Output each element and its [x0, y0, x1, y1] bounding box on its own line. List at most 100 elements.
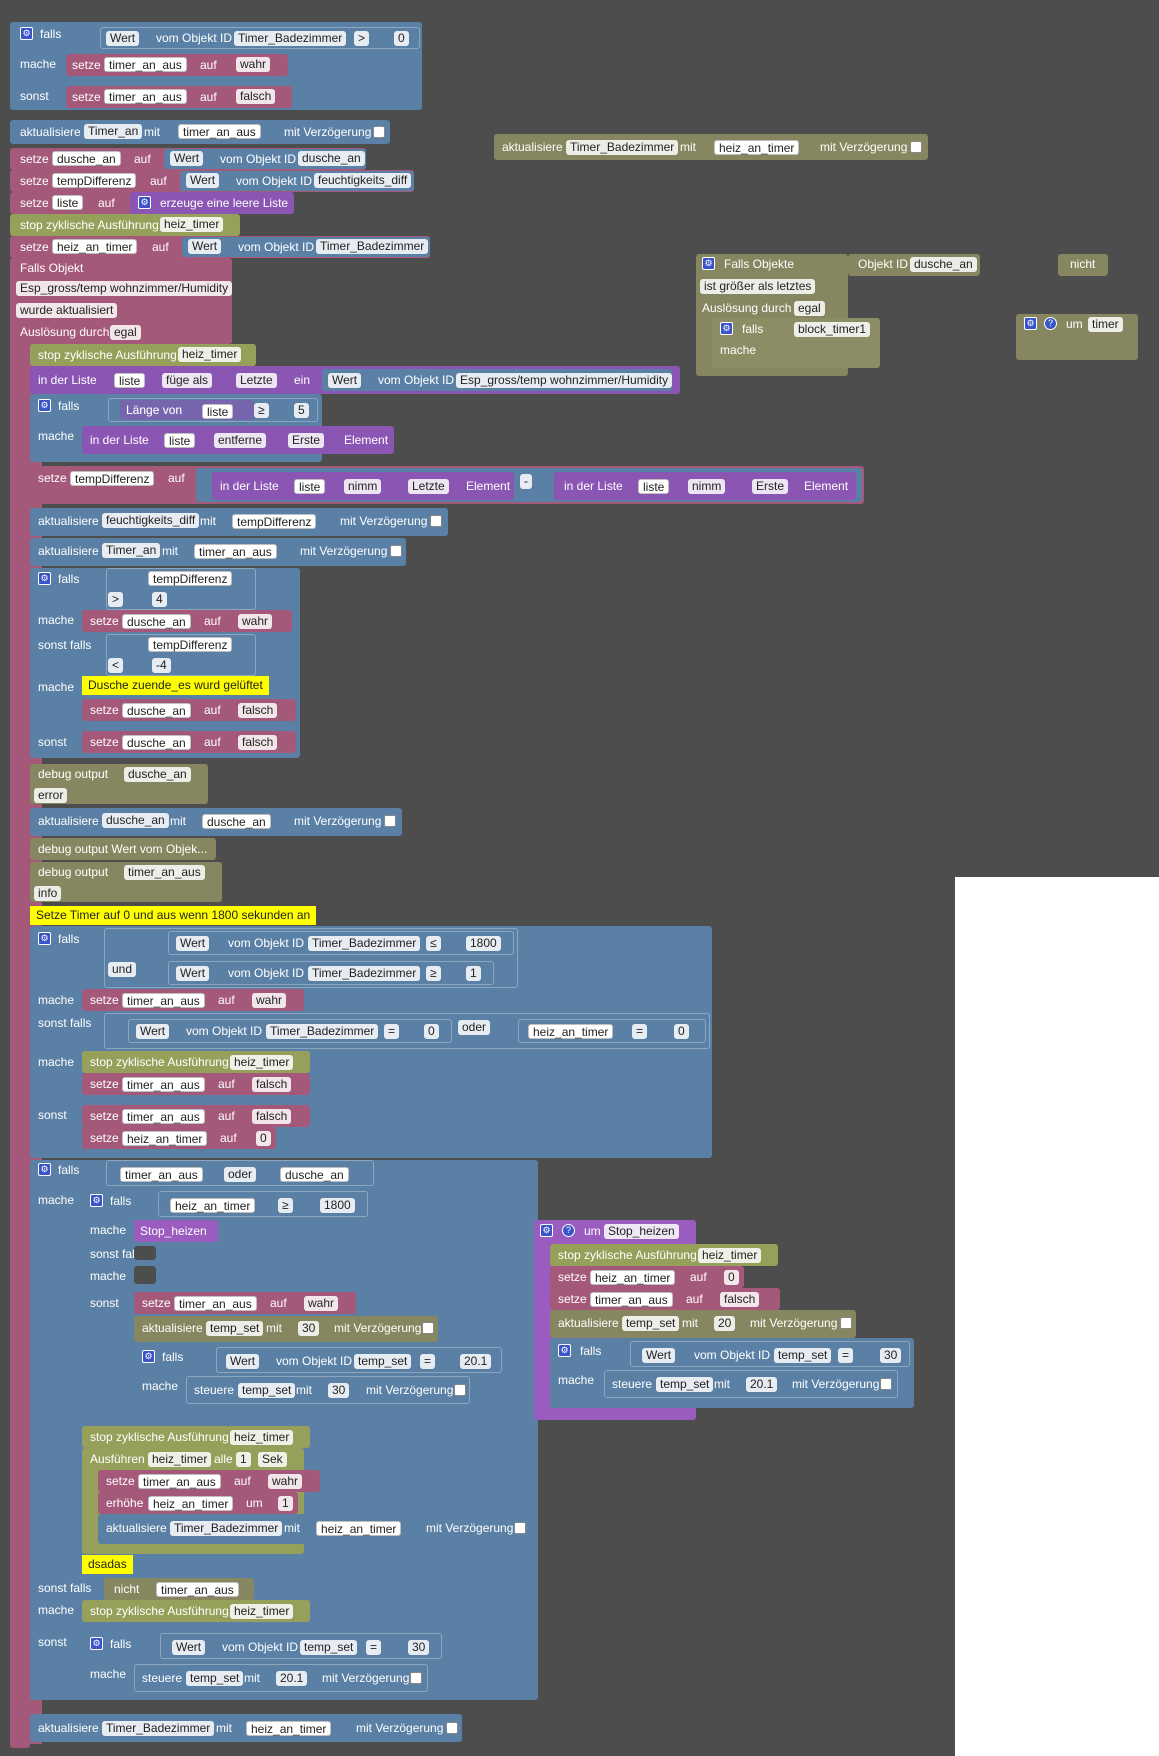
- gear-icon[interactable]: ⚙: [1024, 317, 1037, 330]
- boolean-dropdown[interactable]: falsch: [252, 1077, 292, 1092]
- variable-get[interactable]: heiz_an_timer: [316, 1521, 402, 1536]
- list-where-dropdown[interactable]: Letzte: [236, 373, 277, 388]
- variable-get[interactable]: timer_an_aus: [194, 544, 277, 559]
- list-mode-dropdown[interactable]: nimm: [688, 479, 726, 494]
- number-field[interactable]: 1800: [466, 936, 501, 951]
- object-id-field[interactable]: dusche_an: [298, 151, 365, 166]
- timer-name-field[interactable]: heiz_timer: [148, 1452, 212, 1467]
- variable-get[interactable]: timer_an_aus: [120, 1167, 203, 1182]
- value-dropdown[interactable]: Wert: [136, 1024, 170, 1039]
- debug-input[interactable]: dusche_an: [124, 767, 191, 782]
- variable-get[interactable]: liste: [638, 479, 670, 494]
- variable-get[interactable]: dusche_an: [280, 1167, 349, 1182]
- list-where-dropdown[interactable]: Letzte: [408, 479, 449, 494]
- operator-dropdown[interactable]: ≥: [254, 403, 269, 418]
- comment-block[interactable]: Dusche zuende_es wurd gelüftet: [82, 676, 269, 695]
- object-id-field[interactable]: temp_set: [656, 1377, 714, 1392]
- object-id-field[interactable]: temp_set: [186, 1671, 244, 1686]
- delay-checkbox[interactable]: [454, 1384, 466, 1396]
- list-where-dropdown[interactable]: Erste: [752, 479, 789, 494]
- variable-dropdown[interactable]: liste: [52, 195, 84, 210]
- variable-dropdown[interactable]: dusche_an: [52, 151, 121, 166]
- comment-block[interactable]: dsadas: [82, 1555, 133, 1574]
- operator-dropdown[interactable]: =: [632, 1024, 648, 1039]
- object-id-field[interactable]: temp_set: [238, 1383, 296, 1398]
- gear-icon[interactable]: ⚙: [38, 399, 51, 412]
- operator-dropdown[interactable]: ≤: [426, 936, 441, 951]
- boolean-dropdown[interactable]: wahr: [268, 1474, 303, 1489]
- list-mode-dropdown[interactable]: nimm: [344, 479, 382, 494]
- gear-icon[interactable]: ⚙: [702, 257, 715, 270]
- function-name-field[interactable]: timer: [1088, 317, 1123, 332]
- operator-dropdown[interactable]: <: [108, 658, 124, 673]
- unit-dropdown[interactable]: Sek: [258, 1452, 287, 1467]
- operator-dropdown[interactable]: ≥: [278, 1198, 293, 1213]
- variable-dropdown[interactable]: timer_an_aus: [138, 1474, 221, 1489]
- variable-get[interactable]: block_timer1: [794, 322, 871, 337]
- empty-input-slot[interactable]: [134, 1246, 156, 1260]
- operator-dropdown[interactable]: =: [838, 1348, 854, 1363]
- number-field[interactable]: 1: [466, 966, 481, 981]
- object-id-field[interactable]: Timer_Badezimmer: [102, 1721, 215, 1736]
- gear-icon[interactable]: ⚙: [540, 1224, 553, 1237]
- log-level-dropdown[interactable]: info: [34, 886, 62, 901]
- number-field[interactable]: 0: [394, 31, 409, 46]
- variable-dropdown[interactable]: timer_an_aus: [104, 89, 187, 104]
- empty-statement-slot[interactable]: [134, 1266, 156, 1284]
- variable-dropdown[interactable]: dusche_an: [122, 735, 191, 750]
- variable-get[interactable]: timer_an_aus: [156, 1582, 239, 1597]
- object-id-field[interactable]: temp_set: [206, 1321, 264, 1336]
- number-field[interactable]: 1: [278, 1496, 293, 1511]
- object-id-field[interactable]: temp_set: [774, 1348, 832, 1363]
- variable-get[interactable]: heiz_an_timer: [170, 1198, 256, 1213]
- gear-icon[interactable]: ⚙: [38, 572, 51, 585]
- boolean-dropdown[interactable]: wahr: [236, 57, 271, 72]
- function-name-field[interactable]: Stop_heizen: [604, 1224, 679, 1239]
- number-field[interactable]: 1: [236, 1452, 251, 1467]
- variable-dropdown[interactable]: heiz_an_timer: [590, 1270, 676, 1285]
- number-field[interactable]: 0: [256, 1131, 271, 1146]
- object-id-field[interactable]: Timer_Badezimmer: [316, 239, 429, 254]
- variable-dropdown[interactable]: timer_an_aus: [590, 1292, 673, 1307]
- variable-get[interactable]: tempDifferenz: [148, 637, 233, 652]
- object-id-field[interactable]: feuchtigkeits_diff: [102, 513, 200, 528]
- variable-dropdown[interactable]: timer_an_aus: [104, 57, 187, 72]
- value-dropdown[interactable]: Wert: [226, 1354, 260, 1369]
- object-id-field[interactable]: Timer_Badezimmer: [266, 1024, 379, 1039]
- boolean-dropdown[interactable]: wahr: [238, 614, 273, 629]
- delay-checkbox[interactable]: [446, 1722, 458, 1734]
- variable-get[interactable]: tempDifferenz: [232, 514, 317, 529]
- number-field[interactable]: 20: [714, 1316, 736, 1331]
- object-id-field[interactable]: Esp_gross/temp wohnzimmer/Humidity: [456, 373, 673, 388]
- delay-checkbox[interactable]: [880, 1378, 892, 1390]
- number-field[interactable]: 4: [152, 592, 167, 607]
- variable-get[interactable]: timer_an_aus: [178, 124, 261, 139]
- object-id-field[interactable]: temp_set: [622, 1316, 680, 1331]
- object-id-field[interactable]: Timer_Badezimmer: [308, 966, 421, 981]
- trigger-condition-dropdown[interactable]: ist größer als letztes: [700, 279, 816, 294]
- list-where-dropdown[interactable]: Erste: [288, 433, 325, 448]
- delay-checkbox[interactable]: [410, 1672, 422, 1684]
- log-level-dropdown[interactable]: error: [34, 788, 68, 803]
- variable-get[interactable]: liste: [164, 433, 196, 448]
- delay-checkbox[interactable]: [514, 1522, 526, 1534]
- logic-operator-dropdown[interactable]: und: [108, 962, 137, 977]
- variable-get[interactable]: tempDifferenz: [148, 571, 233, 586]
- number-field[interactable]: 0: [674, 1024, 689, 1039]
- number-field[interactable]: 0: [724, 1270, 739, 1285]
- variable-dropdown[interactable]: dusche_an: [122, 614, 191, 629]
- logic-operator-dropdown[interactable]: oder: [458, 1020, 491, 1035]
- comment-block[interactable]: Setze Timer auf 0 und aus wenn 1800 seku…: [30, 906, 317, 925]
- variable-dropdown[interactable]: heiz_an_timer: [148, 1496, 234, 1511]
- delay-checkbox[interactable]: [840, 1317, 852, 1329]
- timer-dropdown[interactable]: heiz_timer: [230, 1604, 294, 1619]
- boolean-dropdown[interactable]: wahr: [304, 1296, 339, 1311]
- trigger-object-id[interactable]: Esp_gross/temp wohnzimmer/Humidity: [16, 281, 233, 296]
- boolean-dropdown[interactable]: wahr: [252, 993, 287, 1008]
- boolean-dropdown[interactable]: falsch: [236, 89, 276, 104]
- debug-input[interactable]: timer_an_aus: [124, 865, 205, 880]
- list-mode-dropdown[interactable]: entferne: [214, 433, 267, 448]
- operator-dropdown[interactable]: >: [108, 592, 124, 607]
- object-id-field[interactable]: Timer_an: [102, 543, 161, 558]
- timer-dropdown[interactable]: heiz_timer: [230, 1430, 294, 1445]
